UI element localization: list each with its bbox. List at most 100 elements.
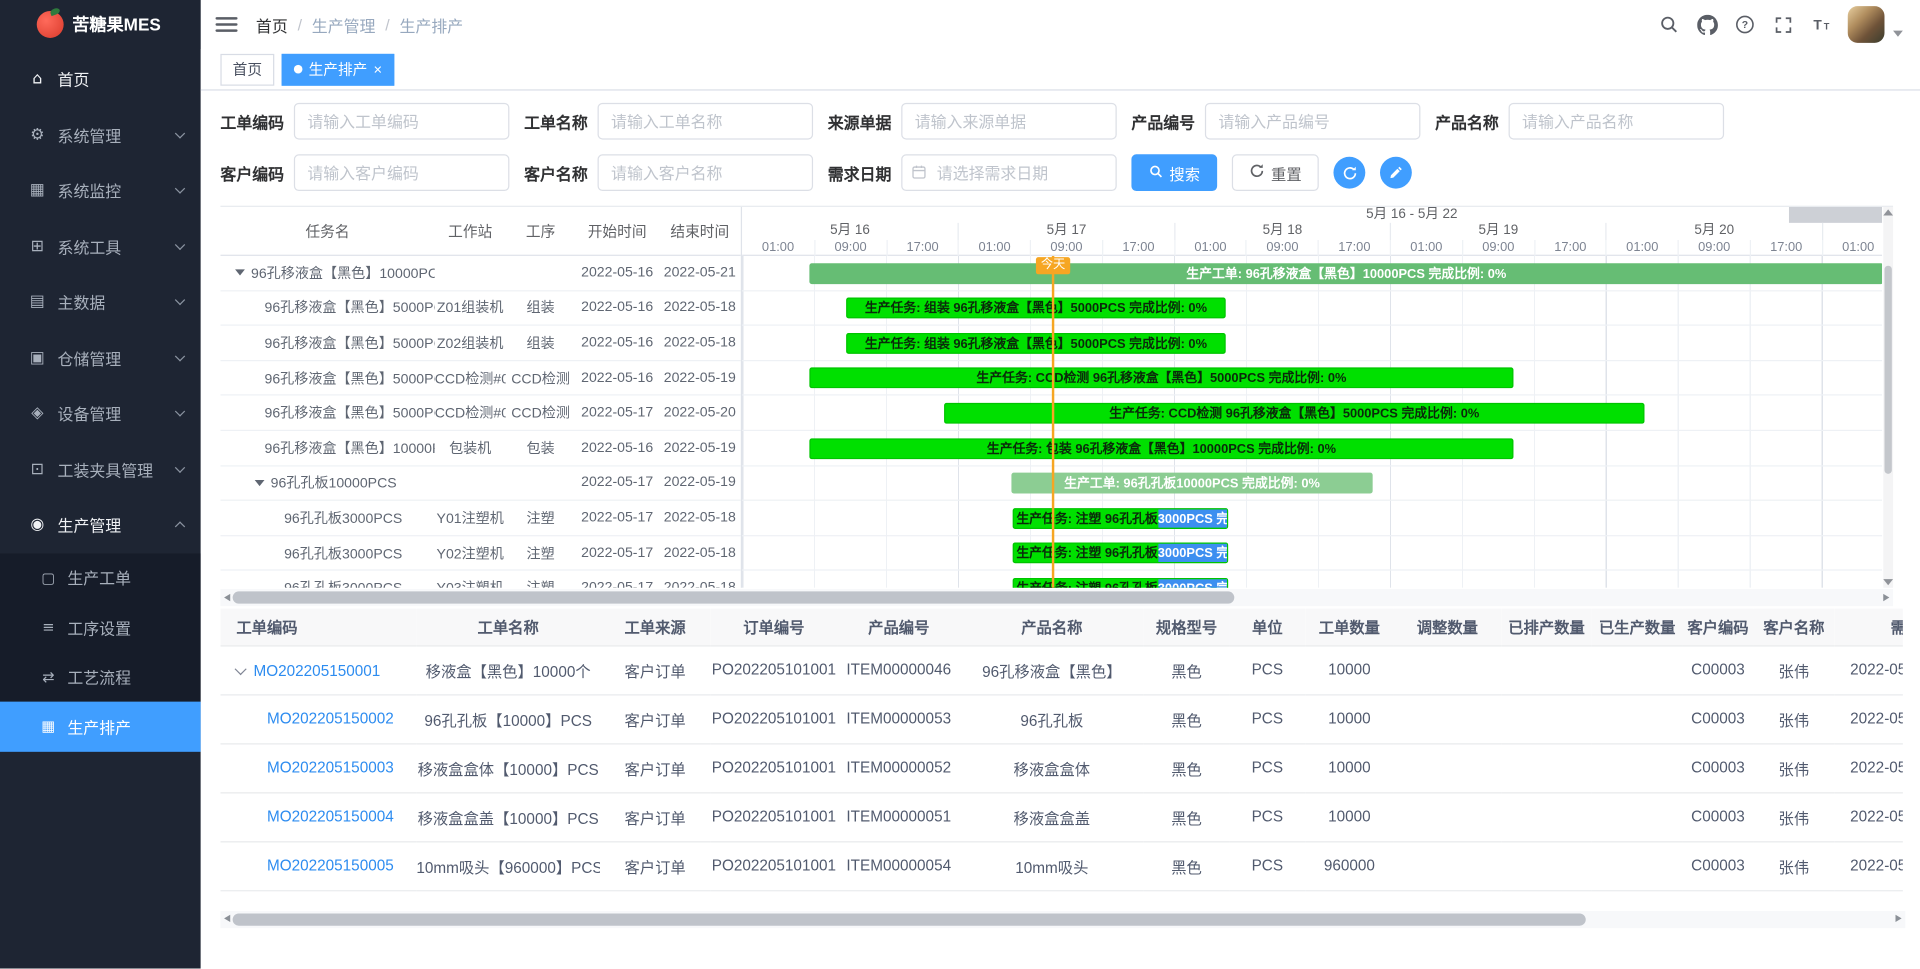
search-button[interactable]: 搜索 bbox=[1131, 154, 1217, 191]
table-row[interactable]: MO20220515000296孔孔板【10000】PCS客户订单PO20220… bbox=[220, 694, 1902, 743]
gantt-grid-row[interactable]: 96孔移液盒【黑色】5000PCSCCD检测#02CCD检测2022-05-17… bbox=[220, 396, 740, 431]
filter-input[interactable] bbox=[1509, 103, 1725, 140]
table-cell: MO202205150002 bbox=[220, 694, 416, 743]
sidebar-subitem-label: 生产排产 bbox=[67, 715, 131, 738]
gantt-vertical-scrollbar[interactable] bbox=[1883, 207, 1893, 588]
table-horizontal-scrollbar[interactable] bbox=[220, 910, 1905, 927]
breadcrumb-item[interactable]: 首页 bbox=[256, 13, 288, 36]
sidebar-item-home[interactable]: ⌂首页 bbox=[0, 51, 201, 107]
scroll-up-arrow-icon[interactable] bbox=[1883, 209, 1893, 215]
filter-input[interactable] bbox=[294, 103, 510, 140]
gantt-order-bar[interactable]: 生产工单: 96孔孔板10000PCS 完成比例: 0% bbox=[1011, 473, 1372, 494]
gantt-grid-row[interactable]: 96孔孔板10000PCS2022-05-172022-05-19 bbox=[220, 466, 740, 501]
work-order-link[interactable]: MO202205150003 bbox=[267, 759, 394, 776]
tab-scheduling[interactable]: 生产排产× bbox=[282, 53, 395, 85]
table-cell: 移液盒盒盖 bbox=[960, 792, 1144, 841]
avatar[interactable] bbox=[1848, 6, 1885, 43]
table-cell bbox=[1393, 645, 1501, 694]
scroll-right-arrow-icon[interactable] bbox=[1896, 915, 1902, 922]
sidebar-subitem-scheduling[interactable]: ▦生产排产 bbox=[0, 702, 201, 752]
table-cell: 移液盒盒体【10000】PCS bbox=[416, 743, 600, 792]
search-icon[interactable] bbox=[1658, 13, 1680, 35]
filter-input[interactable] bbox=[598, 154, 814, 191]
gantt-task-bar[interactable]: 生产任务: 组装 96孔移液盒【黑色】5000PCS 完成比例: 0% bbox=[846, 333, 1226, 354]
reset-button[interactable]: 重置 bbox=[1232, 154, 1319, 191]
logo[interactable]: 苦糖果MES bbox=[0, 0, 201, 49]
sidebar-item-fixture[interactable]: ⊡工装夹具管理 bbox=[0, 441, 201, 497]
gantt-grid-row[interactable]: 96孔孔板3000PCSY03注塑机注塑2022-05-172022-05-18 bbox=[220, 571, 740, 588]
filter-input[interactable] bbox=[598, 103, 814, 140]
gantt-grid-row[interactable]: 96孔移液盒【黑色】5000PCSCCD检测#01CCD检测2022-05-16… bbox=[220, 361, 740, 396]
font-size-icon[interactable]: TT bbox=[1810, 13, 1832, 35]
sidebar-item-equipment[interactable]: ◈设备管理 bbox=[0, 386, 201, 442]
caret-down-icon[interactable] bbox=[255, 480, 265, 486]
breadcrumb-item[interactable]: 生产管理 bbox=[312, 13, 376, 36]
sidebar-item-production[interactable]: ◉生产管理 bbox=[0, 497, 201, 553]
sidebar-item-masterdata[interactable]: ▤主数据 bbox=[0, 274, 201, 330]
horizontal-scrollbar-thumb[interactable] bbox=[233, 591, 1235, 603]
gantt-horizontal-scrollbar[interactable] bbox=[220, 589, 1893, 606]
filter-input[interactable] bbox=[1205, 103, 1421, 140]
gantt-task-bar[interactable]: 生产任务: CCD检测 96孔移液盒【黑色】5000PCS 完成比例: 0% bbox=[809, 368, 1513, 389]
table-cell: 96孔孔板【10000】PCS bbox=[416, 694, 600, 743]
sidebar-item-tools[interactable]: ⊞系统工具 bbox=[0, 219, 201, 275]
gantt-task-bar[interactable]: 生产任务: CCD检测 96孔移液盒【黑色】5000PCS 完成比例: 0% bbox=[944, 403, 1644, 424]
gantt-grid-row[interactable]: 96孔移液盒【黑色】5000PCSZ01组装机组装2022-05-162022-… bbox=[220, 291, 740, 326]
gantt-task-bar[interactable]: 生产任务: 包装 96孔移液盒【黑色】10000PCS 完成比例: 0% bbox=[809, 438, 1513, 459]
table-cell: MO202205150004 bbox=[220, 792, 416, 841]
sidebar-item-warehouse[interactable]: ▣仓储管理 bbox=[0, 330, 201, 386]
fullscreen-icon[interactable] bbox=[1772, 13, 1794, 35]
input-wrap bbox=[1205, 103, 1421, 140]
sidebar-item-system[interactable]: ⚙系统管理 bbox=[0, 107, 201, 163]
gantt-task-bar[interactable]: 生产任务: 注塑 96孔孔板3000PCS 完成比例: 0% bbox=[1013, 508, 1229, 529]
gantt-task-bar[interactable]: 生产任务: 组装 96孔移液盒【黑色】5000PCS 完成比例: 0% bbox=[846, 298, 1226, 319]
scroll-left-arrow-icon[interactable] bbox=[224, 593, 230, 600]
filter-input[interactable] bbox=[901, 103, 1117, 140]
gantt-grid-row[interactable]: 96孔孔板3000PCSY01注塑机注塑2022-05-172022-05-18 bbox=[220, 501, 740, 536]
gantt-start-cell: 2022-05-17 bbox=[576, 476, 659, 491]
tab-close-icon[interactable]: × bbox=[374, 62, 383, 77]
work-order-link[interactable]: MO202205150002 bbox=[267, 710, 394, 727]
filter-row-2: 客户编码客户名称需求日期搜索重置 bbox=[220, 154, 1920, 191]
github-icon[interactable] bbox=[1696, 13, 1718, 35]
scroll-left-arrow-icon[interactable] bbox=[224, 915, 230, 922]
work-order-link[interactable]: MO202205150001 bbox=[253, 663, 380, 680]
sidebar-item-monitor[interactable]: ▦系统监控 bbox=[0, 163, 201, 219]
gantt-grid-row[interactable]: 96孔移液盒【黑色】5000PCSZ02组装机组装2022-05-162022-… bbox=[220, 326, 740, 361]
caret-down-icon[interactable] bbox=[235, 270, 245, 276]
database-icon: ▤ bbox=[27, 293, 48, 311]
table-row[interactable]: MO202205150001移液盒【黑色】10000个客户订单PO2022051… bbox=[220, 645, 1902, 694]
scroll-down-arrow-icon[interactable] bbox=[1883, 579, 1893, 585]
work-order-link[interactable]: MO202205150005 bbox=[267, 857, 394, 874]
gantt-grid-row[interactable]: 96孔移液盒【黑色】10000PCS2022-05-162022-05-21 bbox=[220, 256, 740, 291]
sidebar-subitem-process-setting[interactable]: ≡工序设置 bbox=[0, 602, 201, 652]
filter-input[interactable] bbox=[294, 154, 510, 191]
horizontal-scrollbar-thumb[interactable] bbox=[233, 913, 1586, 925]
gantt-grid-row[interactable]: 96孔移液盒【黑色】10000PCS包装机包装2022-05-162022-05… bbox=[220, 431, 740, 466]
chevron-down-icon[interactable] bbox=[1893, 30, 1903, 36]
refresh-circle-button[interactable] bbox=[1334, 157, 1366, 189]
help-icon[interactable]: ? bbox=[1734, 13, 1756, 35]
work-order-cell: MO202205150003 bbox=[220, 759, 393, 776]
tab-home[interactable]: 首页 bbox=[220, 53, 274, 85]
chevron-down-icon[interactable] bbox=[235, 663, 247, 675]
sidebar-subitem-work-order[interactable]: ▢生产工单 bbox=[0, 553, 201, 603]
edit-circle-button[interactable] bbox=[1380, 157, 1412, 189]
gantt-task-bar[interactable]: 生产任务: 注塑 96孔孔板3000PCS 完成比例: 0% bbox=[1013, 578, 1229, 588]
demand-date-input[interactable] bbox=[901, 154, 1117, 191]
table-cell bbox=[1592, 841, 1683, 890]
table-cell: ITEM00000051 bbox=[838, 792, 960, 841]
vertical-scrollbar-thumb[interactable] bbox=[1884, 266, 1891, 474]
work-order-link[interactable]: MO202205150004 bbox=[267, 808, 394, 825]
chevron-down-icon bbox=[175, 184, 185, 194]
gantt-grid-row[interactable]: 96孔孔板3000PCSY02注塑机注塑2022-05-172022-05-18 bbox=[220, 536, 740, 571]
table-row[interactable]: MO202205150003移液盒盒体【10000】PCS客户订单PO20220… bbox=[220, 743, 1902, 792]
sidebar-subitem-process-flow[interactable]: ⇄工艺流程 bbox=[0, 652, 201, 702]
scroll-right-arrow-icon[interactable] bbox=[1883, 593, 1889, 600]
gantt-order-bar[interactable]: 生产工单: 96孔移液盒【黑色】10000PCS 完成比例: 0% bbox=[809, 263, 1882, 284]
gantt-task-bar[interactable]: 生产任务: 注塑 96孔孔板3000PCS 完成比例: 0% bbox=[1013, 543, 1229, 564]
timeline-hour-label: 01:00 bbox=[742, 240, 814, 256]
table-row[interactable]: MO202205150004移液盒盒盖【10000】PCS客户订单PO20220… bbox=[220, 792, 1902, 841]
hamburger-icon[interactable] bbox=[216, 17, 238, 32]
table-row[interactable]: MO20220515000510mm吸头【960000】PCS客户订单PO202… bbox=[220, 841, 1902, 890]
